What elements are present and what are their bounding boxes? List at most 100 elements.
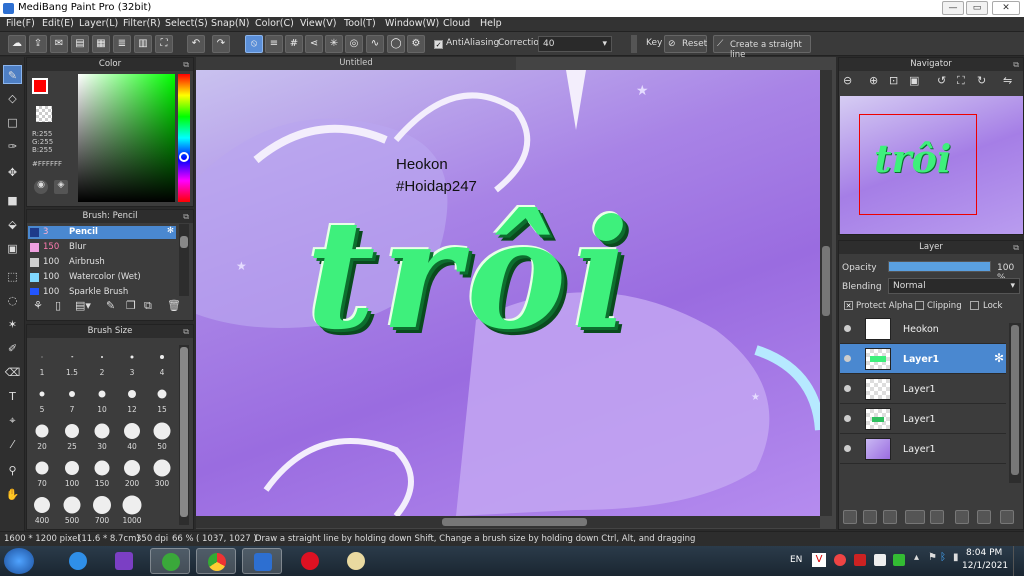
page-icon[interactable]: ▦ [92,35,110,53]
new-8bit-layer-icon[interactable] [883,510,897,524]
language-indicator[interactable]: EN [790,555,802,565]
zoom-in-icon[interactable]: ⊕ [869,74,878,87]
navigator-viewport-rect[interactable] [859,114,977,215]
canvas-vscroll-thumb[interactable] [822,246,830,316]
popout-icon[interactable]: ⧉ [183,58,189,71]
select-pen-icon[interactable]: ✐ [3,339,22,358]
brush-item-watercolor[interactable]: 100 Watercolor (Wet) [28,271,176,284]
redo-icon[interactable]: ↷ [212,35,230,53]
menu-select[interactable]: Select(S) [165,18,208,29]
brush-size-option[interactable]: 50 [147,417,177,451]
rectangle-tool-icon[interactable]: □ [3,113,22,132]
perspective-snap-icon[interactable]: ⋖ [305,35,323,53]
correction-select[interactable]: 40 ▾ [538,36,612,52]
taskbar-paint[interactable] [336,548,376,574]
visibility-eye-icon[interactable] [844,415,851,422]
magic-wand-icon[interactable]: ✶ [3,315,22,334]
canvas-hscroll-thumb[interactable] [442,518,587,526]
actual-size-icon[interactable]: ▣ [909,74,919,87]
brush-size-option[interactable]: 5 [27,380,57,414]
brush-item-pencil[interactable]: 3 Pencil ✻ [28,226,176,239]
antialiasing-checkbox[interactable]: ✓ [434,40,443,49]
hue-handle[interactable] [179,152,189,162]
tray-expand-icon[interactable]: ▴ [914,552,919,563]
brush-size-option[interactable]: 10 [87,380,117,414]
protect-alpha-checkbox[interactable]: ✕ [844,301,853,310]
brush-menu-icon[interactable]: ▤▾ [75,299,91,312]
tray-green-icon[interactable] [893,554,905,566]
text-tool-icon[interactable]: T [3,387,22,406]
move-tool-icon[interactable]: ✥ [3,163,22,182]
brush-size-option[interactable]: 400 [27,491,57,525]
snap-settings-icon[interactable]: ⚙ [407,35,425,53]
parallel-snap-icon[interactable]: ≡ [265,35,283,53]
reset-button[interactable]: ⊘ Reset [664,35,707,53]
menu-file[interactable]: File(F) [6,18,35,29]
brush-size-option[interactable]: 300 [147,454,177,488]
grid-snap-icon[interactable]: # [285,35,303,53]
popout-icon[interactable]: ⧉ [183,325,189,338]
opacity-slider[interactable] [888,261,991,272]
menu-filter[interactable]: Filter(R) [123,18,161,29]
layer-row[interactable]: Layer1 [840,374,1006,404]
visibility-eye-icon[interactable] [844,325,851,332]
comment-icon[interactable]: ✉ [50,35,68,53]
canvas[interactable]: ★ ★ ★ Heokon #Hoidap247 trôi [196,70,820,516]
share-icon[interactable]: ⇪ [29,35,47,53]
tray-red-icon[interactable] [834,554,846,566]
menu-edit[interactable]: Edit(E) [42,18,74,29]
delete-layer-icon[interactable] [1000,510,1014,524]
start-button-icon[interactable] [4,548,34,574]
undo-icon[interactable]: ↶ [187,35,205,53]
popout-icon[interactable]: ⧉ [1013,241,1019,254]
circle-snap-icon[interactable]: ◎ [345,35,363,53]
fill-rect-tool-icon[interactable]: ■ [3,191,22,210]
brush-item-airbrush[interactable]: 100 Airbrush [28,256,176,269]
select-tool-icon[interactable]: ⬚ [3,267,22,286]
new-halftone-layer-icon[interactable] [863,510,877,524]
brush-item-sparkle[interactable]: 100 Sparkle Brush [28,286,176,295]
copy-brush-icon[interactable]: ❐ [126,299,136,312]
rotate-left-icon[interactable]: ↺ [937,74,946,87]
zoom-out-icon[interactable]: ⊖ [843,74,852,87]
show-desktop-button[interactable] [1013,546,1024,576]
menu-window[interactable]: Window(W) [385,18,439,29]
brush-size-option[interactable]: 1000 [117,491,147,525]
tray-pdf-icon[interactable] [854,554,866,566]
menu-view[interactable]: View(V) [300,18,336,29]
brush-size-option[interactable]: 100 [57,454,87,488]
palette-icon[interactable]: ◉ [34,180,48,194]
saturation-value-picker[interactable] [78,74,175,202]
straight-line-button[interactable]: ⟋ Create a straight line [713,35,811,60]
tray-white-icon[interactable] [874,554,886,566]
brush-size-option[interactable]: 1.5 [57,343,87,377]
bluetooth-icon[interactable]: ᛒ [940,552,946,563]
new-brush-icon[interactable]: ▯ [55,299,61,312]
brush-size-option[interactable]: 2 [87,343,117,377]
vietkey-icon[interactable]: V [812,553,826,567]
layer-row[interactable]: Layer1 [840,404,1006,434]
clock-time[interactable]: 8:04 PM [966,548,1002,558]
snap-off-icon[interactable]: ⦸ [245,35,263,53]
layer-menu-icon[interactable] [905,510,925,524]
book-icon[interactable]: ▤ [71,35,89,53]
palette-settings-icon[interactable]: ◈ [54,180,68,194]
brush-list-scrollbar[interactable] [179,224,189,296]
taskbar-chrome[interactable] [196,548,236,574]
navigator-preview[interactable]: trôi [840,96,1023,234]
brush-size-option[interactable]: 12 [117,380,147,414]
visibility-eye-icon[interactable] [844,385,851,392]
brush-size-option[interactable]: 1 [27,343,57,377]
new-folder-icon[interactable] [930,510,944,524]
menu-help[interactable]: Help [480,18,502,29]
popout-icon[interactable]: ⧉ [183,210,189,223]
layer-list-scrollbar[interactable] [1009,323,1021,483]
brush-size-option[interactable]: 20 [27,417,57,451]
brush-size-scrollbar[interactable] [179,345,189,525]
gradient-tool-icon[interactable]: ▣ [3,239,22,258]
merge-down-icon[interactable] [977,510,991,524]
brush-size-option[interactable]: 70 [27,454,57,488]
menu-tool[interactable]: Tool(T) [344,18,376,29]
close-button[interactable]: ✕ [992,1,1020,15]
brush-size-option[interactable]: 200 [117,454,147,488]
